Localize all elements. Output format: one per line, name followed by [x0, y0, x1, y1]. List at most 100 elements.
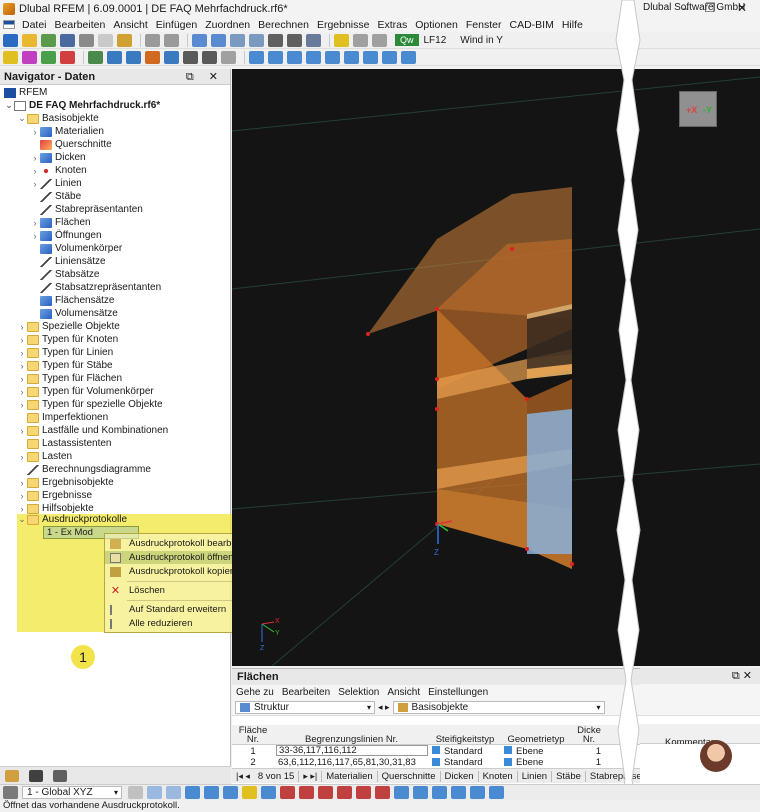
- expand-arrow-icon[interactable]: ›: [17, 387, 27, 397]
- tree-item-typen-staebe[interactable]: › Typen für Stäbe: [17, 359, 113, 372]
- divide-icon[interactable]: [344, 50, 359, 64]
- prev-page-icon[interactable]: ◂ ▸: [378, 702, 390, 713]
- collapse-arrow-icon[interactable]: ⌄: [17, 113, 27, 124]
- tree-item-linien[interactable]: › Linien: [30, 177, 82, 190]
- new-file-icon[interactable]: [3, 33, 18, 47]
- tree-item-typen-knoten[interactable]: › Typen für Knoten: [17, 333, 119, 346]
- comment-draw-icon[interactable]: [451, 786, 466, 799]
- target-icon[interactable]: [306, 33, 321, 47]
- tab-staebe[interactable]: Stäbe: [552, 770, 586, 782]
- tree-item-dicken[interactable]: › Dicken: [30, 151, 86, 164]
- menu-options[interactable]: Optionen: [411, 19, 462, 31]
- 3d-viewport[interactable]: Z X Y Z +X -Y: [232, 69, 760, 666]
- tree-item-flaechen[interactable]: › Flächen: [30, 216, 91, 229]
- zoom-view-icon[interactable]: [223, 786, 238, 799]
- menu-calculate[interactable]: Berechnen: [254, 19, 313, 31]
- expand-arrow-icon[interactable]: ›: [17, 348, 27, 358]
- tree-item-querschnitte[interactable]: Querschnitte: [30, 138, 112, 151]
- solid-icon[interactable]: [164, 50, 179, 64]
- tree-item-stabsaetze[interactable]: Stabsätze: [30, 268, 99, 281]
- expand-arrow-icon[interactable]: ›: [30, 218, 40, 228]
- tab-linien[interactable]: Linien: [518, 770, 553, 782]
- pick-icon[interactable]: [22, 50, 37, 64]
- filter-icon[interactable]: [60, 50, 75, 64]
- grid-snap-icon[interactable]: [166, 786, 181, 799]
- open-recent-icon[interactable]: [41, 33, 56, 47]
- tree-item-lastfaelle[interactable]: › Lastfälle und Kombinationen: [17, 424, 169, 437]
- expand-arrow-icon[interactable]: ›: [17, 426, 27, 436]
- tree-item-liniensaetze[interactable]: Liniensätze: [30, 255, 106, 268]
- menu-cad-bim[interactable]: CAD-BIM: [505, 19, 557, 31]
- view-1-icon[interactable]: [192, 33, 207, 47]
- menu-file[interactable]: Datei: [18, 19, 51, 31]
- opening-draw-icon[interactable]: [413, 786, 428, 799]
- expand-arrow-icon[interactable]: ›: [17, 504, 27, 514]
- lines-cell-input[interactable]: 33-36,117,116,112: [276, 745, 428, 756]
- rotate-icon[interactable]: [287, 50, 302, 64]
- extrude-icon[interactable]: [382, 50, 397, 64]
- tree-item-volumensaetze[interactable]: Volumensätze: [30, 307, 118, 320]
- previous-loadcase-icon[interactable]: [353, 33, 368, 47]
- member-icon[interactable]: [126, 50, 141, 64]
- views-tab-icon[interactable]: [53, 769, 67, 782]
- results-icon[interactable]: [287, 33, 302, 47]
- tree-item-ergebnisobjekte[interactable]: › Ergebnisobjekte: [17, 476, 114, 489]
- guide-line-icon[interactable]: [470, 786, 485, 799]
- render-icon[interactable]: [261, 786, 276, 799]
- rotate-view-icon[interactable]: [204, 786, 219, 799]
- collapse-arrow-icon[interactable]: ⌄: [4, 100, 14, 111]
- next-loadcase-icon[interactable]: [372, 33, 387, 47]
- line-draw-icon[interactable]: [280, 786, 295, 799]
- mirror-icon[interactable]: [306, 50, 321, 64]
- calc-icon[interactable]: [268, 33, 283, 47]
- surface-icon[interactable]: [145, 50, 160, 64]
- expand-arrow-icon[interactable]: ›: [17, 335, 27, 345]
- tab-dicken[interactable]: Dicken: [441, 770, 479, 782]
- surface-draw-icon[interactable]: [394, 786, 409, 799]
- save-icon[interactable]: [60, 33, 75, 47]
- tree-item-imperfektionen[interactable]: Imperfektionen: [17, 411, 108, 424]
- expand-arrow-icon[interactable]: ›: [30, 231, 40, 241]
- move-view-icon[interactable]: [185, 786, 200, 799]
- menu-edit[interactable]: Bearbeiten: [51, 19, 110, 31]
- menu-view[interactable]: Ansicht: [109, 19, 151, 31]
- move-icon[interactable]: [249, 50, 264, 64]
- expand-arrow-icon[interactable]: ›: [17, 374, 27, 384]
- clipping-icon[interactable]: [489, 786, 504, 799]
- grid-icon[interactable]: [41, 50, 56, 64]
- support-icon[interactable]: [183, 50, 198, 64]
- tree-item-typen-spezielle[interactable]: › Typen für spezielle Objekte: [17, 398, 163, 411]
- work-plane-icon[interactable]: [147, 786, 162, 799]
- info-icon[interactable]: [249, 33, 264, 47]
- expand-arrow-icon[interactable]: ›: [17, 478, 27, 488]
- view-options-icon[interactable]: [3, 786, 18, 799]
- tree-item-knoten[interactable]: › Knoten: [30, 164, 87, 177]
- loadcase-code[interactable]: LF12: [424, 35, 447, 46]
- dimension-icon[interactable]: [221, 50, 236, 64]
- open-file-icon[interactable]: [22, 33, 37, 47]
- structure-dropdown[interactable]: Struktur ▾: [235, 700, 375, 714]
- panel-header-buttons[interactable]: ⧉ ✕: [640, 668, 760, 684]
- print-icon[interactable]: [79, 33, 94, 47]
- expand-arrow-icon[interactable]: ›: [30, 127, 40, 137]
- hinge-icon[interactable]: [202, 50, 217, 64]
- plane-icon[interactable]: [128, 786, 143, 799]
- navigator-window-buttons[interactable]: ⧉ ✕: [186, 70, 224, 84]
- menu-window[interactable]: Fenster: [462, 19, 506, 31]
- display-tab-icon[interactable]: [29, 769, 43, 782]
- panel-menu-settings[interactable]: Einstellungen: [424, 687, 492, 698]
- view-coordinate-dropdown[interactable]: 1 - Global XYZ ▾: [22, 786, 122, 799]
- tree-item-ergebnisse[interactable]: › Ergebnisse: [17, 489, 93, 502]
- menu-insert[interactable]: Einfügen: [152, 19, 201, 31]
- tree-item-materialien[interactable]: › Materialien: [30, 125, 104, 138]
- polyline-icon[interactable]: [318, 786, 333, 799]
- menu-assign[interactable]: Zuordnen: [201, 19, 254, 31]
- menu-help[interactable]: Hilfe: [558, 19, 587, 31]
- scale-icon[interactable]: [325, 50, 340, 64]
- arc-draw-icon[interactable]: [299, 786, 314, 799]
- expand-arrow-icon[interactable]: ›: [17, 322, 27, 332]
- panel-menu-edit[interactable]: Bearbeiten: [278, 687, 334, 698]
- view-cube[interactable]: +X -Y: [679, 91, 717, 127]
- tree-item-oeffnungen[interactable]: › Öffnungen: [30, 229, 102, 242]
- tree-item-volumenkoerper[interactable]: Volumenkörper: [30, 242, 122, 255]
